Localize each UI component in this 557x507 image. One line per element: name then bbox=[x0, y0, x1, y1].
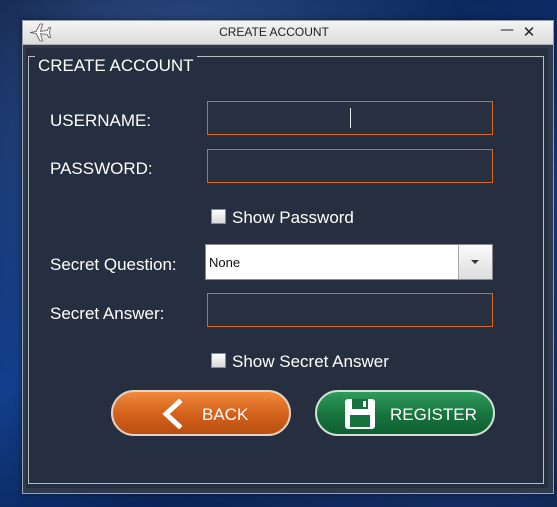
back-button-label: BACK bbox=[202, 405, 249, 424]
minimize-button[interactable]: — bbox=[498, 23, 516, 41]
secret-answer-field[interactable] bbox=[207, 293, 493, 327]
text-caret bbox=[350, 108, 351, 128]
back-button[interactable]: BACK bbox=[111, 390, 291, 436]
register-button-label: REGISTER bbox=[390, 405, 477, 424]
secret-answer-label: Secret Answer: bbox=[50, 304, 165, 323]
title-bar[interactable]: CREATE ACCOUNT — ✕ bbox=[23, 21, 553, 45]
show-password-label[interactable]: Show Password bbox=[232, 208, 354, 228]
username-label: USERNAME: bbox=[50, 111, 152, 130]
secret-question-dropdown[interactable]: None bbox=[205, 244, 493, 280]
create-account-window: CREATE ACCOUNT — ✕ CREATE ACCOUNT USERNA… bbox=[22, 20, 554, 494]
secret-question-label: Secret Question: bbox=[50, 255, 177, 274]
groupbox-title: CREATE ACCOUNT bbox=[35, 56, 197, 76]
register-button[interactable]: REGISTER bbox=[315, 390, 495, 436]
show-secret-answer-label[interactable]: Show Secret Answer bbox=[232, 352, 389, 372]
password-field[interactable] bbox=[207, 149, 493, 183]
window-title: CREATE ACCOUNT bbox=[219, 25, 329, 39]
show-secret-answer-checkbox[interactable] bbox=[211, 353, 226, 368]
username-field[interactable] bbox=[207, 101, 493, 135]
chevron-down-icon bbox=[471, 260, 479, 264]
chevron-left-icon bbox=[162, 399, 183, 429]
content-panel: CREATE ACCOUNT USERNAME: PASSWORD: Show … bbox=[26, 48, 548, 488]
show-password-checkbox[interactable] bbox=[211, 209, 226, 224]
password-label: PASSWORD: bbox=[50, 159, 153, 178]
dropdown-button[interactable] bbox=[458, 245, 492, 279]
floppy-disk-icon bbox=[345, 399, 375, 429]
close-button[interactable]: ✕ bbox=[520, 23, 538, 41]
secret-question-selected: None bbox=[209, 255, 241, 270]
